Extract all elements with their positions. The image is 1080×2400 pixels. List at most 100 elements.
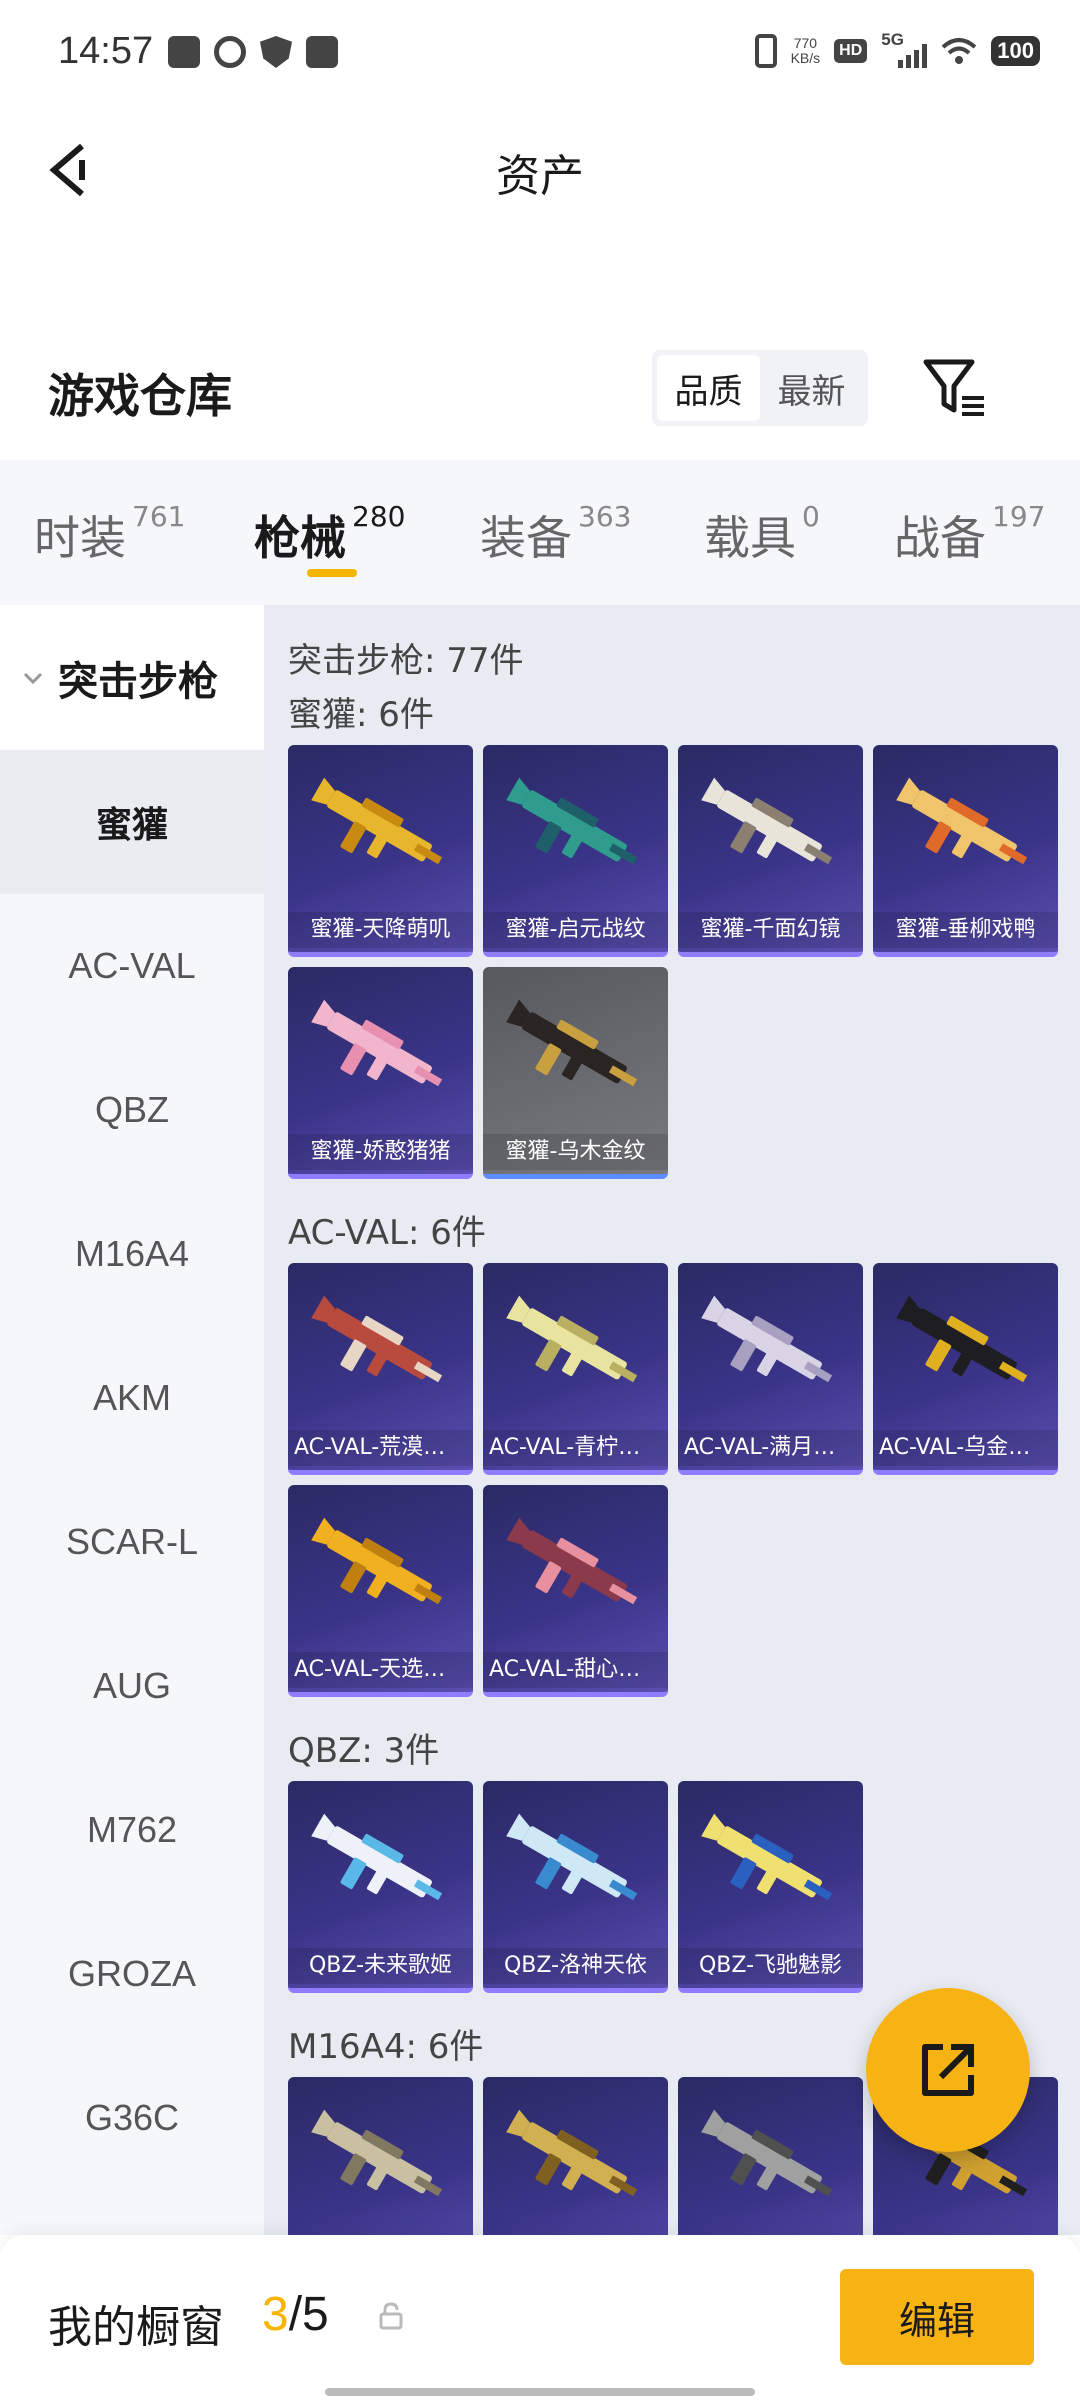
tab-label: 时装 — [34, 511, 126, 565]
tab-count: 363 — [578, 500, 632, 533]
item-grid: QBZ-未来歌姬 QBZ-洛神天依 QBZ-飞驰魅影 — [288, 1781, 1058, 1993]
weapon-image — [701, 777, 833, 865]
weapon-skin-card[interactable] — [483, 2077, 668, 2235]
weapon-skin-card[interactable]: 蜜獾-启元战纹 — [483, 745, 668, 957]
sidebar-item[interactable]: GROZA — [0, 1902, 264, 2046]
weapon-skin-card[interactable]: 蜜獾-垂柳戏鸭 — [873, 745, 1058, 957]
sidebar-item[interactable]: SCAR-L — [0, 1470, 264, 1614]
weapon-image — [506, 2109, 638, 2197]
shield-icon — [260, 36, 292, 68]
weapon-skin-name: QBZ-飞驰魅影 — [678, 1948, 863, 1984]
sidebar-item[interactable]: AC-VAL — [0, 894, 264, 1038]
chevron-down-icon — [23, 672, 43, 684]
sort-latest-button[interactable]: 最新 — [760, 355, 863, 421]
tab-count: 280 — [352, 500, 406, 533]
title-bar: 资产 — [0, 110, 1080, 230]
weapon-skin-name: 蜜獾-千面幻镜 — [678, 912, 863, 948]
weapon-skin-card[interactable]: AC-VAL-乌金暗影 — [873, 1263, 1058, 1475]
tab-supplies[interactable]: 战备 197 — [894, 500, 1046, 568]
app-ring-icon — [214, 36, 246, 68]
weapon-skin-card[interactable]: QBZ-未来歌姬 — [288, 1781, 473, 1993]
weapon-skin-name: AC-VAL-乌金暗影 — [873, 1430, 1058, 1466]
category-tabs: 时装 761 枪械 280 装备 363 载具 0 战备 197 — [0, 460, 1080, 605]
weapon-skin-card[interactable]: AC-VAL-荒漠飞鹰 — [288, 1263, 473, 1475]
showcase-current: 3 — [262, 2288, 289, 2341]
weapon-skin-card[interactable]: AC-VAL-天选黄金 — [288, 1485, 473, 1697]
weapon-skin-name: AC-VAL-青柠微光 — [483, 1430, 668, 1466]
tab-label: 载具 — [704, 511, 796, 565]
weapon-image — [701, 1295, 833, 1383]
sidebar-item[interactable]: AKM — [0, 1326, 264, 1470]
home-indicator[interactable] — [325, 2388, 755, 2396]
system-icons: 770 KB/s HD 5G 100 — [754, 30, 1040, 68]
edit-button[interactable]: 编辑 — [840, 2269, 1034, 2365]
signal-icon: 5G — [881, 30, 928, 68]
tab-count: 761 — [132, 500, 186, 533]
weapon-skin-card[interactable] — [678, 2077, 863, 2235]
weapon-skin-card[interactable]: QBZ-洛神天依 — [483, 1781, 668, 1993]
sidebar-item[interactable]: QBZ — [0, 1038, 264, 1182]
tab-fashion[interactable]: 时装 761 — [34, 500, 186, 568]
weapon-skin-name: QBZ-未来歌姬 — [288, 1948, 473, 1984]
weapon-skin-name: 蜜獾-乌木金纹 — [483, 1134, 668, 1170]
weapon-skin-name: AC-VAL-天选黄金 — [288, 1652, 473, 1688]
filter-icon[interactable] — [920, 352, 990, 422]
weapon-image — [506, 999, 638, 1087]
net-speed-unit: KB/s — [790, 50, 821, 66]
active-tab-indicator — [307, 569, 357, 577]
sidebar-item[interactable]: M16A4 — [0, 1182, 264, 1326]
sidebar-item[interactable]: 蜜獾 — [0, 750, 264, 894]
tab-firearms[interactable]: 枪械 280 — [254, 500, 406, 568]
weapon-skin-card[interactable]: 蜜獾-娇憨猪猪 — [288, 967, 473, 1179]
weapon-skin-name: AC-VAL-甜心魔术 — [483, 1652, 668, 1688]
sidebar-item[interactable]: G36C — [0, 2046, 264, 2190]
notification-icons — [168, 36, 338, 68]
tab-equipment[interactable]: 装备 363 — [480, 500, 632, 568]
page-title: 资产 — [496, 151, 584, 202]
weapon-image — [701, 1813, 833, 1901]
weapon-image — [506, 1295, 638, 1383]
weapon-skin-card[interactable]: AC-VAL-青柠微光 — [483, 1263, 668, 1475]
clipboard-icon — [168, 36, 200, 68]
share-button[interactable] — [866, 1988, 1030, 2152]
item-grid: 蜜獾-天降萌叽 蜜獾-启元战纹 蜜獾-千面幻镜 蜜獾-垂柳戏鸭蜜獾-娇憨猪猪 蜜獾-乌木… — [288, 745, 1058, 1179]
warehouse-header: 游戏仓库 品质 最新 — [0, 330, 1080, 460]
tab-count: 197 — [992, 500, 1046, 533]
weapon-image — [311, 999, 443, 1087]
tab-vehicles[interactable]: 载具 0 — [704, 500, 820, 568]
message-icon — [306, 36, 338, 68]
sidebar-list: 蜜獾 AC-VAL QBZ M16A4 AKM SCAR-L AUG M762 GROZA G36… — [0, 750, 264, 2190]
sidebar-item[interactable]: M762 — [0, 1758, 264, 1902]
weapon-image — [701, 2109, 833, 2197]
showcase-total: 5 — [302, 2288, 329, 2341]
weapon-image — [311, 1295, 443, 1383]
sidebar-category-assault-rifle[interactable]: 突击步枪 — [0, 605, 264, 750]
weapon-sidebar: 突击步枪 蜜獾 AC-VAL QBZ M16A4 AKM SCAR-L AUG M762 GRO… — [0, 605, 264, 2235]
weapon-skin-card[interactable]: QBZ-飞驰魅影 — [678, 1781, 863, 1993]
group-title: 蜜獾: 6件 — [288, 695, 434, 735]
status-time: 14:57 — [58, 30, 154, 72]
weapon-skin-card[interactable]: 蜜獾-千面幻镜 — [678, 745, 863, 957]
weapon-skin-card[interactable]: AC-VAL-甜心魔术 — [483, 1485, 668, 1697]
vibrate-icon — [754, 34, 777, 68]
sidebar-item[interactable]: AUG — [0, 1614, 264, 1758]
sort-quality-button[interactable]: 品质 — [657, 355, 760, 421]
net-speed-value: 770 — [793, 35, 818, 51]
tab-label: 战备 — [894, 511, 986, 565]
weapon-skin-card[interactable]: 蜜獾-乌木金纹 — [483, 967, 668, 1179]
tab-label: 装备 — [480, 511, 572, 565]
weapon-skin-name: 蜜獾-天降萌叽 — [288, 912, 473, 948]
share-icon — [922, 2044, 974, 2096]
weapon-skin-card[interactable] — [288, 2077, 473, 2235]
weapon-image — [311, 1813, 443, 1901]
weapon-skin-card[interactable]: AC-VAL-满月银辉 — [678, 1263, 863, 1475]
tab-count: 0 — [802, 500, 820, 533]
weapon-skin-name: 蜜獾-启元战纹 — [483, 912, 668, 948]
weapon-skin-name: 蜜獾-娇憨猪猪 — [288, 1134, 473, 1170]
weapon-image — [311, 1517, 443, 1605]
group-title: QBZ: 3件 — [288, 1731, 440, 1771]
warehouse-title: 游戏仓库 — [48, 369, 232, 423]
sidebar-category-label: 突击步枪 — [58, 658, 218, 705]
weapon-skin-card[interactable]: 蜜獾-天降萌叽 — [288, 745, 473, 957]
net-speed: 770 KB/s — [791, 36, 821, 66]
